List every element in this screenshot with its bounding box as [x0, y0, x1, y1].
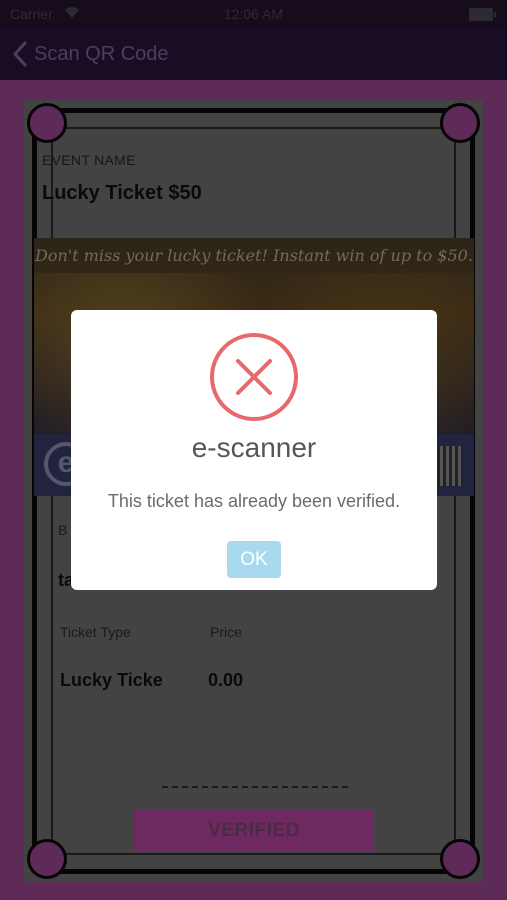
- alert-message: This ticket has already been verified.: [107, 491, 401, 511]
- error-x-icon: [209, 332, 299, 422]
- alert-title: e-scanner: [191, 432, 317, 463]
- alert-dialog: e-scanner This ticket has already been v…: [71, 310, 437, 590]
- modal-overlay: e-scanner This ticket has already been v…: [0, 0, 507, 900]
- ok-button[interactable]: OK: [227, 541, 281, 578]
